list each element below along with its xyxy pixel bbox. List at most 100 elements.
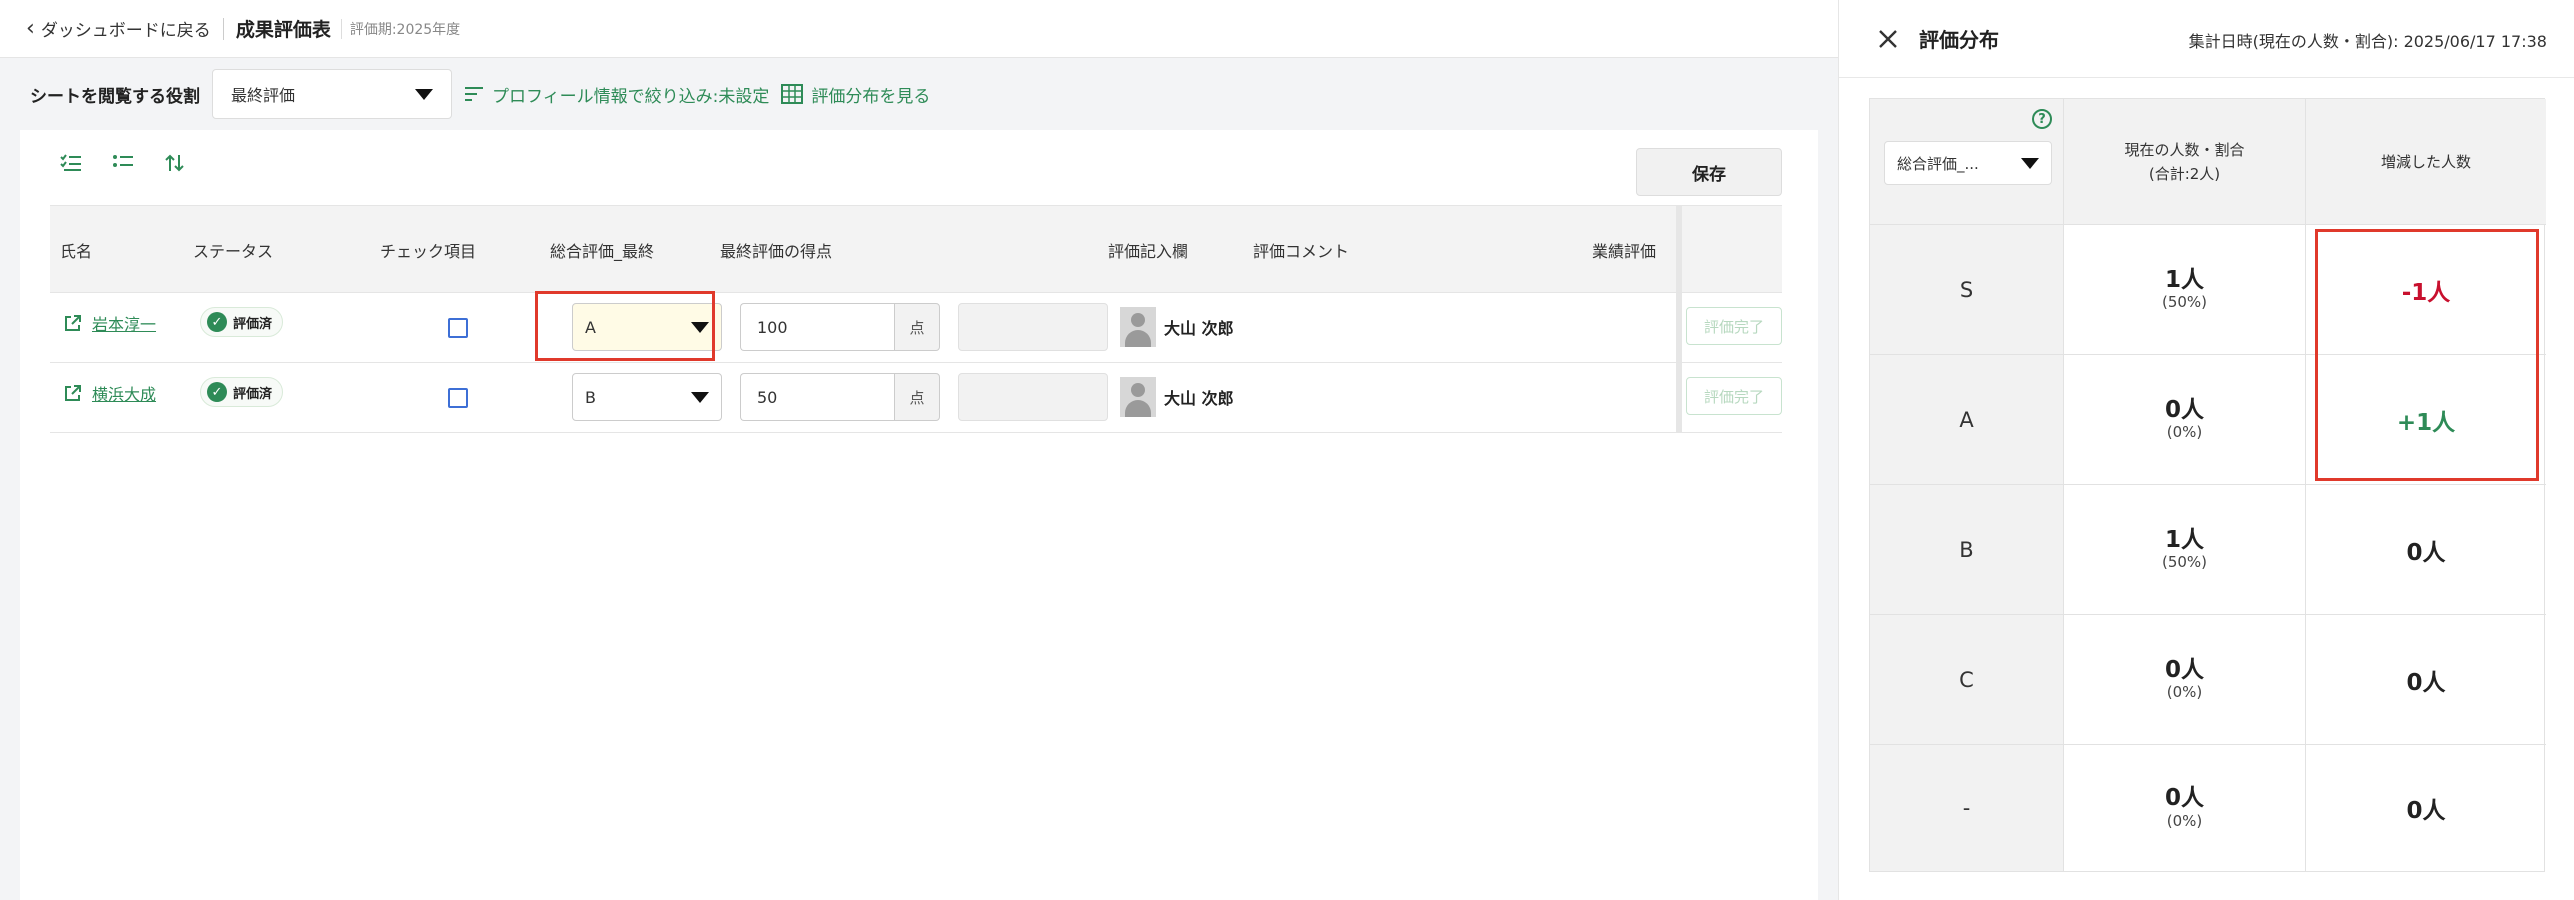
employee-name-link[interactable]: 横浜大成 xyxy=(64,363,156,423)
check-item-checkbox[interactable] xyxy=(448,318,468,338)
grade-cell: B xyxy=(1870,485,2064,615)
column-overall-grade[interactable]: 総合評価_最終 xyxy=(550,206,654,294)
aggregation-timestamp: 集計日時(現在の人数・割合): 2025/06/17 17:38 xyxy=(2188,32,2547,51)
evaluation-entry-field[interactable] xyxy=(958,303,1108,351)
status-badge: ✓ 評価済 xyxy=(200,377,284,407)
current-count-cell: 0人 (0%) xyxy=(2064,355,2306,485)
score-input[interactable] xyxy=(740,373,894,421)
evaluator: 大山 次郎 xyxy=(1120,305,1234,349)
checklist-icon[interactable] xyxy=(58,150,84,176)
close-icon[interactable] xyxy=(1875,26,1901,52)
caret-down-icon xyxy=(691,391,709,403)
score-field: 点 xyxy=(740,303,940,351)
frozen-column-divider xyxy=(1676,293,1682,362)
grade-cell: A xyxy=(1870,355,2064,485)
frozen-column-divider xyxy=(1676,363,1682,432)
column-evaluation-comment[interactable]: 評価コメント xyxy=(1253,206,1349,294)
change-count: 0人 xyxy=(2406,539,2446,566)
evaluation-period: 評価期:2025年度 xyxy=(340,18,460,39)
header-current-total: (合計:2人) xyxy=(2148,164,2221,183)
grade-label: A xyxy=(1959,407,1974,432)
grade-label: B xyxy=(1959,537,1974,562)
grade-highlight-box xyxy=(535,291,715,361)
evaluation-card: 保存 氏名 ステータス チェック項目 総合評価_最終 最終評価の得点 評価記入欄… xyxy=(20,130,1818,900)
panel-header: 評価分布 集計日時(現在の人数・割合): 2025/06/17 17:38 xyxy=(1839,0,2574,78)
top-bar: ‹ ダッシュボードに戻る 成果評価表 評価期:2025年度 xyxy=(0,0,1838,58)
change-count: 0人 xyxy=(2406,669,2446,696)
current-count-cell: 1人 (50%) xyxy=(2064,485,2306,615)
column-final-score[interactable]: 最終評価の得点 xyxy=(720,206,832,294)
distribution-table: ? 総合評価_... 現在の人数・割合 (合計:2人) 増減した人数 S 1人 … xyxy=(1869,98,2546,872)
filter-lines-icon xyxy=(465,87,483,101)
check-circle-icon: ✓ xyxy=(207,312,227,332)
distribution-grade-select[interactable]: 総合評価_... xyxy=(1884,141,2052,185)
table-row: 岩本淳一 ✓ 評価済 A 点 大山 次郎 評価完了 xyxy=(50,293,1782,363)
current-percent: (0%) xyxy=(2166,811,2203,830)
table-toolbar xyxy=(58,150,188,176)
employee-name: 横浜大成 xyxy=(92,385,157,404)
page-title: 成果評価表 xyxy=(235,19,331,41)
status-label: 評価済 xyxy=(233,386,273,402)
sort-icon[interactable] xyxy=(162,150,188,176)
caret-down-icon xyxy=(2021,157,2039,169)
column-evaluation-entry[interactable]: 評価記入欄 xyxy=(1108,206,1188,294)
distribution-link[interactable]: 評価分布を見る xyxy=(781,82,930,107)
back-to-dashboard-link[interactable]: ‹ ダッシュボードに戻る xyxy=(26,16,211,41)
complete-evaluation-button[interactable]: 評価完了 xyxy=(1686,307,1782,345)
current-count: 1人 xyxy=(2164,266,2204,293)
back-link-label: ダッシュボードに戻る xyxy=(40,21,211,41)
grade-cell: - xyxy=(1870,745,2064,871)
external-link-icon xyxy=(65,315,81,331)
save-button[interactable]: 保存 xyxy=(1636,148,1782,196)
column-status[interactable]: ステータス xyxy=(193,206,273,294)
column-check-item[interactable]: チェック項目 xyxy=(380,206,476,294)
check-item-checkbox[interactable] xyxy=(448,388,468,408)
current-count-cell: 1人 (50%) xyxy=(2064,225,2306,355)
grade-select-cell: ? 総合評価_... xyxy=(1870,99,2064,225)
distribution-select-value: 総合評価_... xyxy=(1897,154,1979,173)
grade-label: C xyxy=(1959,667,1974,692)
column-name[interactable]: 氏名 xyxy=(60,206,92,294)
current-count-cell: 0人 (0%) xyxy=(2064,615,2306,745)
chevron-left-icon: ‹ xyxy=(26,15,35,41)
grade-label: - xyxy=(1962,796,1971,820)
filter-bar: シートを閲覧する役割 最終評価 プロフィール情報で絞り込み:未設定 評価分布を見… xyxy=(0,59,1838,129)
role-select[interactable]: 最終評価 xyxy=(212,69,452,119)
help-icon[interactable]: ? xyxy=(2032,109,2052,129)
complete-evaluation-button[interactable]: 評価完了 xyxy=(1686,377,1782,415)
external-link-icon xyxy=(65,385,81,401)
header-current-count: 現在の人数・割合 (合計:2人) xyxy=(2064,99,2306,225)
profile-filter-label: プロフィール情報で絞り込み:未設定 xyxy=(492,86,770,107)
evaluator-name: 大山 次郎 xyxy=(1164,319,1234,338)
distribution-link-label: 評価分布を見る xyxy=(811,86,931,107)
score-unit: 点 xyxy=(894,373,940,421)
check-circle-icon: ✓ xyxy=(207,382,227,402)
score-input[interactable] xyxy=(740,303,894,351)
role-label: シートを閲覧する役割 xyxy=(30,86,200,107)
bullet-list-icon[interactable] xyxy=(110,150,136,176)
status-badge: ✓ 評価済 xyxy=(200,307,284,337)
evaluation-entry-field[interactable] xyxy=(958,373,1108,421)
current-count: 0人 xyxy=(2164,396,2204,423)
grade-select[interactable]: B xyxy=(572,373,722,421)
current-percent: (50%) xyxy=(2161,553,2208,572)
table-row: 横浜大成 ✓ 評価済 B 点 大山 次郎 評価完了 xyxy=(50,363,1782,433)
current-count: 0人 xyxy=(2164,785,2204,812)
current-count: 0人 xyxy=(2164,656,2204,683)
current-count-cell: 0人 (0%) xyxy=(2064,745,2306,871)
employee-name-link[interactable]: 岩本淳一 xyxy=(64,293,156,353)
evaluator-name: 大山 次郎 xyxy=(1164,389,1234,408)
change-cell: 0人 xyxy=(2306,485,2546,615)
grade-cell: C xyxy=(1870,615,2064,745)
distribution-panel: 評価分布 集計日時(現在の人数・割合): 2025/06/17 17:38 ? … xyxy=(1838,0,2574,900)
change-cell: 0人 xyxy=(2306,615,2546,745)
avatar xyxy=(1120,377,1156,417)
profile-filter-link[interactable]: プロフィール情報で絞り込み:未設定 xyxy=(464,82,769,107)
panel-title: 評価分布 xyxy=(1919,28,1999,52)
grade-value: B xyxy=(585,387,596,407)
header-change: 増減した人数 xyxy=(2306,99,2546,225)
current-count: 1人 xyxy=(2164,526,2204,553)
caret-down-icon xyxy=(415,88,433,100)
column-performance[interactable]: 業績評価 xyxy=(1592,206,1676,294)
change-count: 0人 xyxy=(2406,798,2446,824)
